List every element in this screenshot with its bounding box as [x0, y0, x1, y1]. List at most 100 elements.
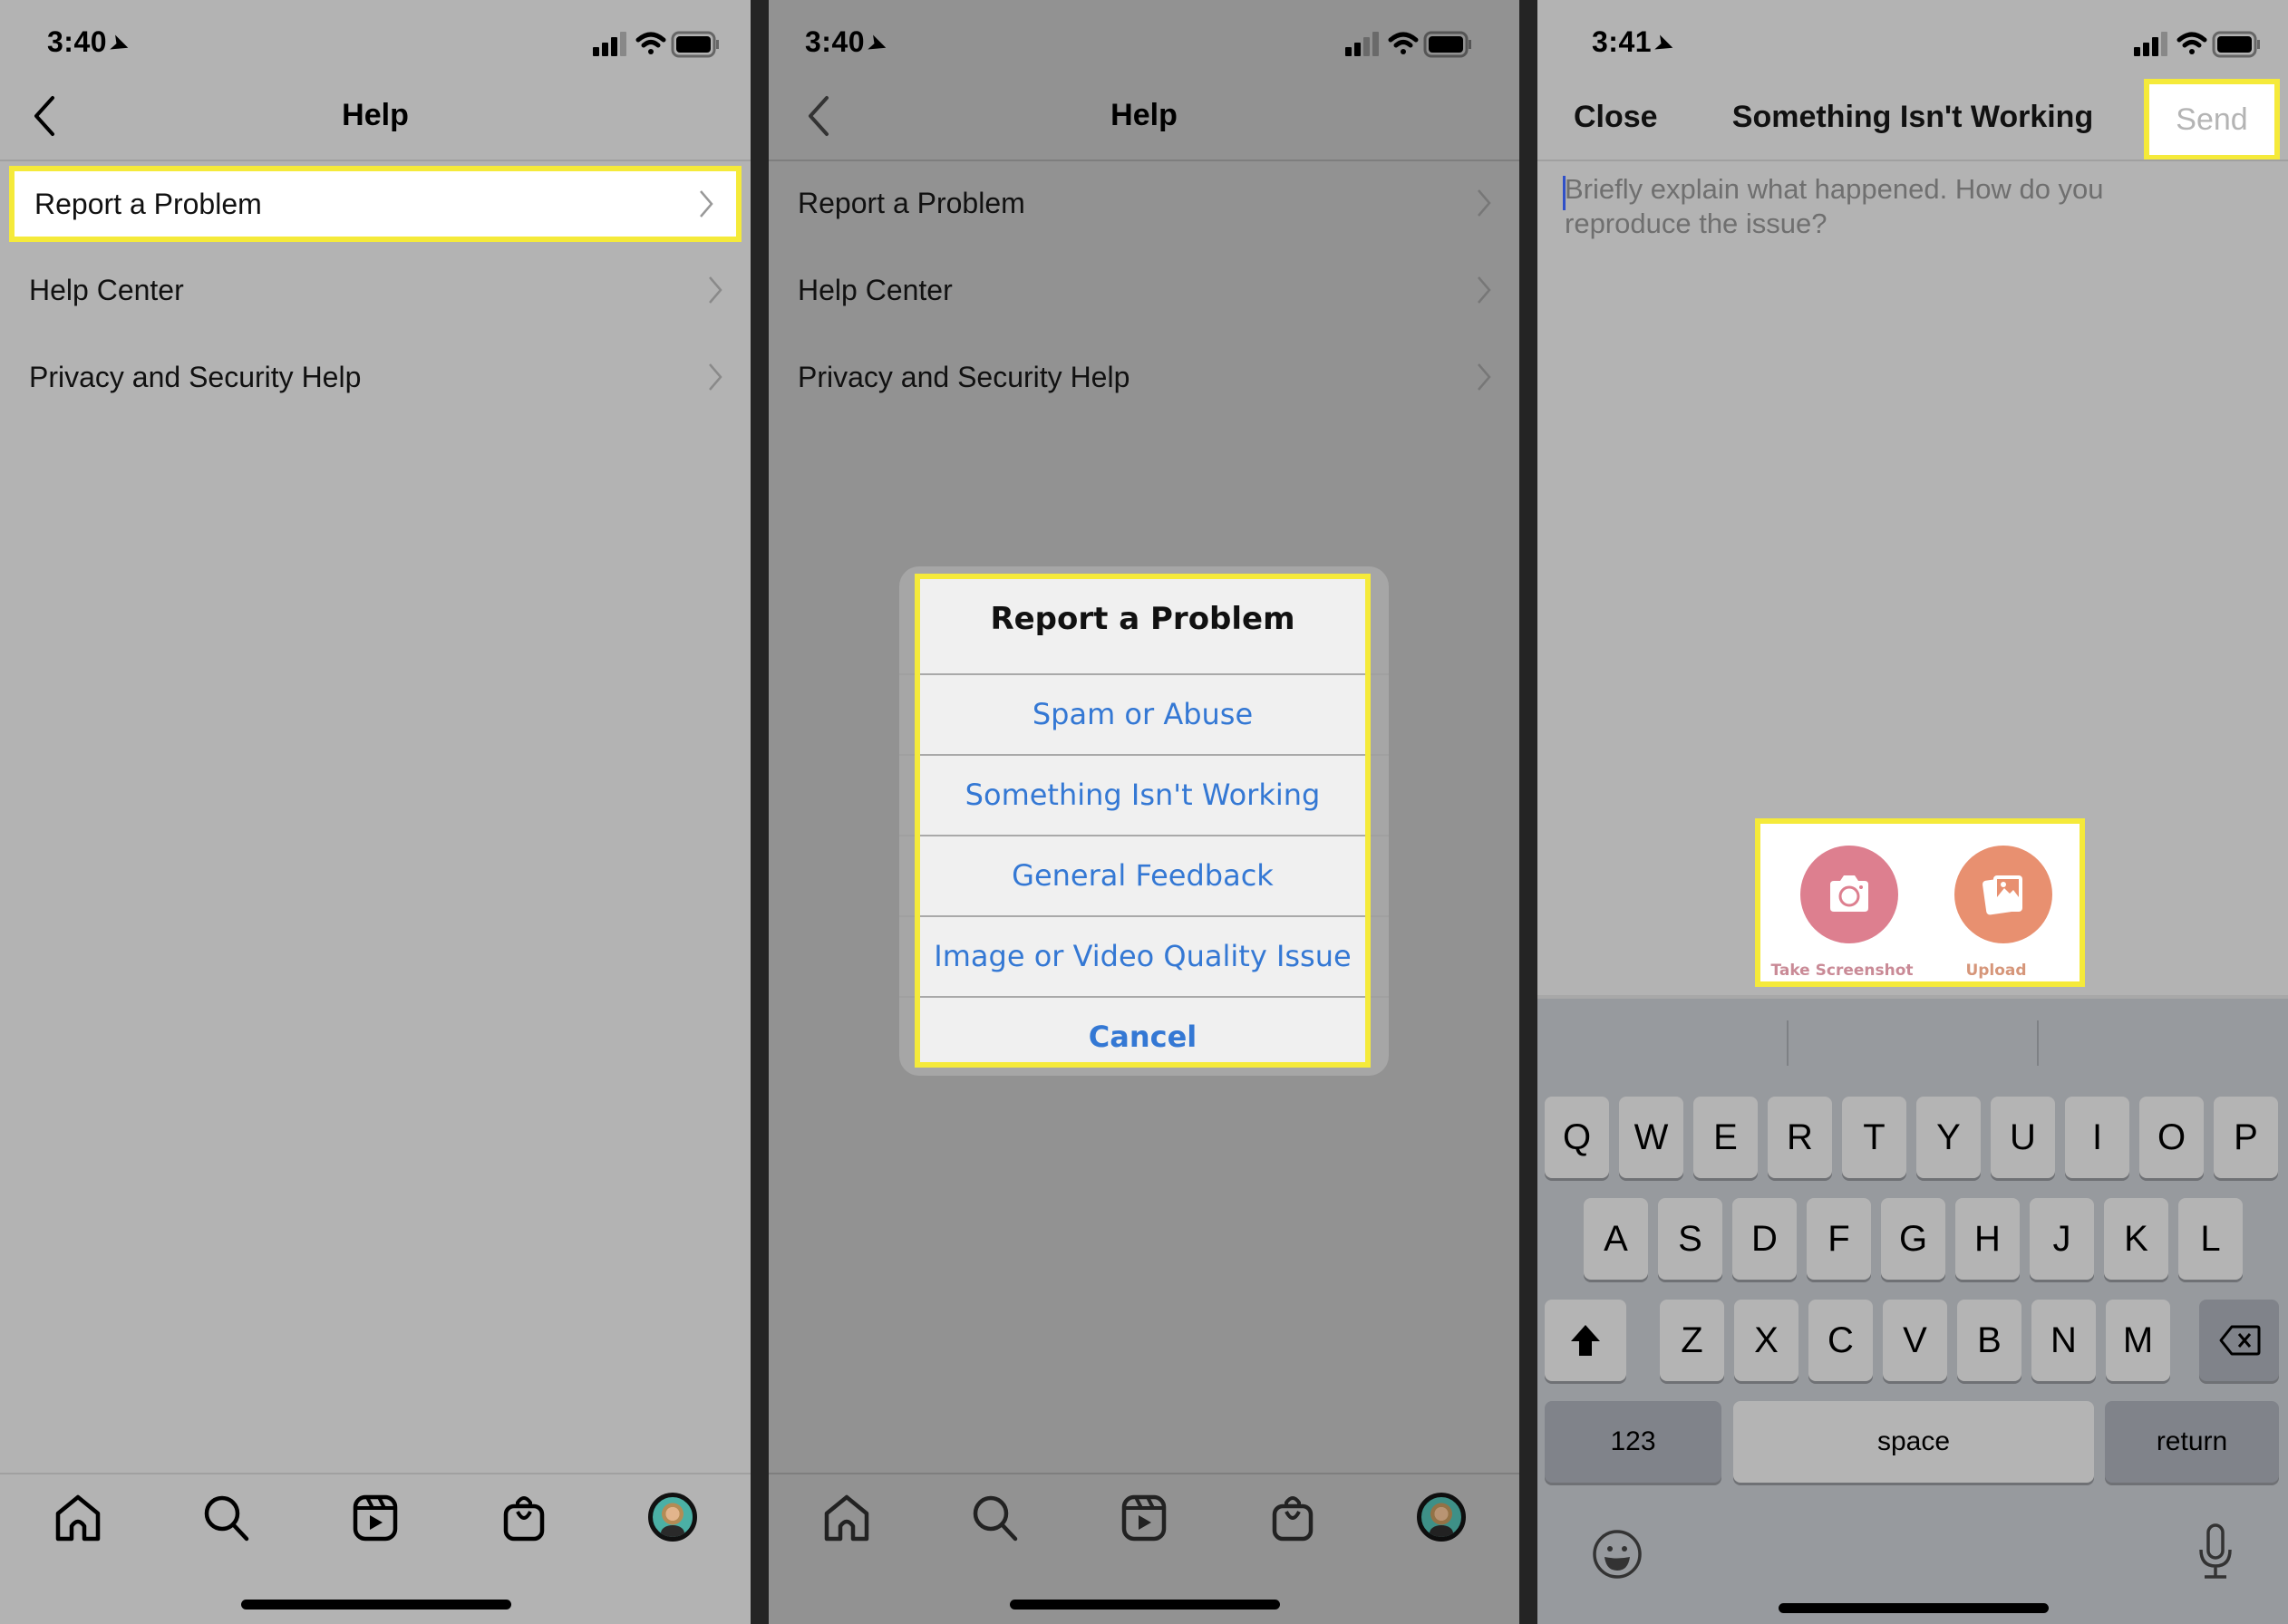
dialog-title: Report a Problem [990, 601, 1295, 637]
menu-item-privacy-security-help[interactable]: Privacy and Security Help [0, 339, 751, 415]
key-f[interactable]: F [1807, 1198, 1871, 1280]
key-y[interactable]: Y [1916, 1097, 1981, 1178]
key-m[interactable]: M [2106, 1300, 2170, 1381]
key-w[interactable]: W [1619, 1097, 1683, 1178]
key-j[interactable]: J [2030, 1198, 2094, 1280]
return-key[interactable]: return [2105, 1401, 2279, 1483]
cancel-button[interactable]: Cancel [920, 996, 1365, 1068]
menu-item-report-problem[interactable]: Report a Problem [9, 166, 742, 242]
nav-divider [1537, 160, 2288, 161]
shift-key[interactable] [1545, 1300, 1626, 1381]
delete-key[interactable] [2199, 1300, 2279, 1381]
tabbar-divider [769, 1473, 1519, 1474]
menu-item-privacy-security-help[interactable]: Privacy and Security Help [769, 339, 1519, 415]
emoji-icon[interactable] [1592, 1529, 1643, 1580]
send-button[interactable]: Send [2144, 79, 2280, 160]
page-title: Help [1110, 98, 1178, 132]
chevron-right-icon [709, 276, 722, 304]
home-icon[interactable] [53, 1494, 102, 1542]
option-something-isnt-working[interactable]: Something Isn't Working [920, 754, 1365, 835]
reels-icon[interactable] [351, 1494, 400, 1542]
key-z[interactable]: Z [1660, 1300, 1724, 1381]
chevron-right-icon [700, 190, 713, 218]
location-arrow-icon: ➤ [107, 30, 133, 60]
key-a[interactable]: A [1584, 1198, 1648, 1280]
report-form-screen: 3:41➤ Close Something Isn't Working Send… [1537, 0, 2288, 1624]
panel-divider [751, 0, 769, 1624]
space-key[interactable]: space [1733, 1401, 2094, 1483]
key-g[interactable]: G [1881, 1198, 1945, 1280]
key-u[interactable]: U [1991, 1097, 2055, 1178]
key-v[interactable]: V [1883, 1300, 1947, 1381]
upload-button[interactable] [1954, 846, 2052, 943]
key-c[interactable]: C [1808, 1300, 1873, 1381]
search-icon[interactable] [971, 1494, 1020, 1542]
home-indicator [241, 1600, 511, 1610]
menu-item-help-center[interactable]: Help Center [0, 252, 751, 328]
option-spam-or-abuse[interactable]: Spam or Abuse [920, 673, 1365, 754]
key-s[interactable]: S [1658, 1198, 1722, 1280]
key-p[interactable]: P [2214, 1097, 2278, 1178]
shop-icon[interactable] [1268, 1494, 1317, 1542]
menu-item-label: Report a Problem [34, 188, 262, 220]
profile-avatar[interactable] [648, 1493, 697, 1542]
page-title: Help [342, 98, 409, 132]
search-icon[interactable] [202, 1494, 251, 1542]
status-time: 3:40➤ [805, 25, 891, 60]
menu-item-label: Help Center [798, 274, 953, 306]
chevron-right-icon [1478, 189, 1491, 217]
tabbar-divider [0, 1473, 751, 1474]
key-o[interactable]: O [2139, 1097, 2204, 1178]
key-h[interactable]: H [1955, 1198, 2020, 1280]
key-e[interactable]: E [1693, 1097, 1758, 1178]
menu-item-report-problem[interactable]: Report a Problem [769, 165, 1519, 241]
signal-icon [593, 32, 626, 56]
signal-icon [2134, 32, 2167, 56]
key-x[interactable]: X [1734, 1300, 1798, 1381]
panel-divider [1519, 0, 1537, 1624]
nav-divider [769, 160, 1519, 161]
shop-icon[interactable] [499, 1494, 548, 1542]
key-q[interactable]: Q [1545, 1097, 1609, 1178]
battery-icon [2212, 31, 2260, 58]
problem-description-input[interactable]: Briefly explain what happened. How do yo… [1565, 172, 2217, 241]
key-d[interactable]: D [1732, 1198, 1797, 1280]
key-b[interactable]: B [1957, 1300, 2021, 1381]
battery-icon [1423, 31, 1471, 58]
shift-arrow-icon [1571, 1325, 1600, 1356]
key-t[interactable]: T [1842, 1097, 1906, 1178]
home-indicator [1010, 1600, 1280, 1610]
option-image-video-quality[interactable]: Image or Video Quality Issue [920, 915, 1365, 996]
location-arrow-icon: ➤ [865, 30, 891, 60]
status-icons [1345, 31, 1471, 58]
take-screenshot-button[interactable] [1800, 846, 1898, 943]
key-i[interactable]: I [2065, 1097, 2129, 1178]
home-icon[interactable] [822, 1494, 871, 1542]
keyboard: QWERTYUIOP ASDFGHJKL ZXCVBNM 123 space ret… [1537, 995, 2288, 1624]
wifi-icon [635, 32, 666, 54]
key-k[interactable]: K [2104, 1198, 2168, 1280]
chevron-right-icon [709, 363, 722, 391]
take-screenshot-label: Take Screenshot [1770, 962, 1914, 980]
reels-icon[interactable] [1120, 1494, 1168, 1542]
chevron-right-icon [1478, 276, 1491, 304]
backspace-icon [2219, 1325, 2261, 1356]
suggestion-divider [2037, 1020, 2039, 1066]
key-r[interactable]: R [1768, 1097, 1832, 1178]
status-icons [2134, 31, 2260, 58]
numbers-key[interactable]: 123 [1545, 1401, 1721, 1483]
report-problem-dialog: Report a Problem Spam or Abuse Something… [915, 574, 1371, 1068]
menu-item-label: Privacy and Security Help [29, 361, 362, 393]
option-general-feedback[interactable]: General Feedback [920, 835, 1365, 915]
key-n[interactable]: N [2031, 1300, 2096, 1381]
profile-avatar[interactable] [1417, 1493, 1466, 1542]
key-l[interactable]: L [2178, 1198, 2243, 1280]
battery-icon [671, 31, 719, 58]
chevron-right-icon [1478, 363, 1491, 391]
signal-icon [1345, 32, 1379, 56]
suggestion-divider [1787, 1020, 1789, 1066]
microphone-icon[interactable] [2197, 1522, 2234, 1580]
upload-label: Upload [1965, 962, 2027, 980]
menu-item-help-center[interactable]: Help Center [769, 252, 1519, 328]
camera-icon [1830, 875, 1868, 912]
